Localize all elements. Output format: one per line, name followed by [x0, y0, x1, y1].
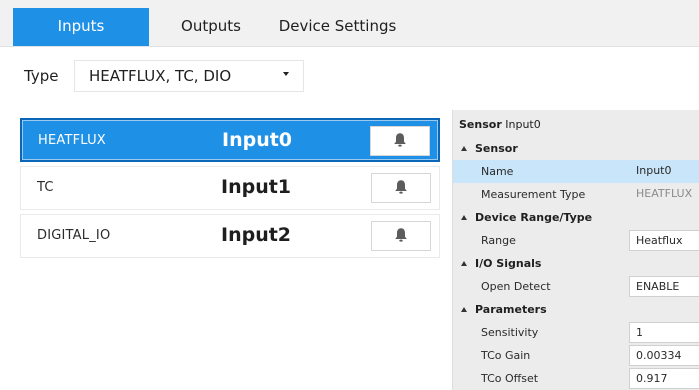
channel-row-input0[interactable]: HEATFLUX Input0: [20, 118, 440, 162]
channel-type: HEATFLUX: [38, 133, 106, 148]
alarm-button[interactable]: [371, 173, 431, 203]
bell-icon: [395, 228, 407, 242]
property-name: TCo Offset: [481, 372, 539, 385]
channel-name: Input2: [221, 224, 292, 246]
property-row-open-detect[interactable]: Open Detect ENABLE: [453, 275, 699, 298]
category-io-signals[interactable]: I/O Signals: [453, 252, 699, 275]
alarm-button[interactable]: [370, 126, 430, 156]
property-name: Sensitivity: [481, 326, 539, 339]
header-value: Input0: [505, 118, 541, 131]
collapse-triangle-icon[interactable]: [461, 261, 467, 266]
chevron-down-icon: [283, 72, 289, 76]
category-parameters[interactable]: Parameters: [453, 298, 699, 321]
channel-row-input1[interactable]: TC Input1: [20, 166, 440, 210]
tab-outputs[interactable]: Outputs: [166, 8, 256, 46]
property-row-tco-offset[interactable]: TCo Offset 0.917: [453, 367, 699, 390]
property-row-sensitivity[interactable]: Sensitivity 1: [453, 321, 699, 344]
property-value[interactable]: Input0: [629, 161, 699, 182]
bell-icon: [395, 180, 407, 194]
property-value[interactable]: 0.917: [629, 368, 699, 389]
property-row-tco-gain[interactable]: TCo Gain 0.00334: [453, 344, 699, 367]
category-label: Parameters: [475, 303, 547, 316]
header-label: Sensor: [459, 118, 502, 131]
property-value[interactable]: 1: [629, 322, 699, 343]
property-name: Measurement Type: [481, 188, 586, 201]
category-sensor[interactable]: Sensor: [453, 137, 699, 160]
property-row-name[interactable]: Name Input0: [453, 160, 699, 183]
channel-type: TC: [37, 180, 54, 195]
tab-bar: Inputs Outputs Device Settings: [0, 0, 699, 47]
property-panel-header: Sensor Input0: [459, 118, 541, 131]
property-value[interactable]: 0.00334: [629, 345, 699, 366]
property-value[interactable]: ENABLE: [629, 276, 699, 297]
category-label: Sensor: [475, 142, 518, 155]
property-value: HEATFLUX: [636, 187, 693, 200]
channel-type: DIGITAL_IO: [37, 228, 111, 243]
bell-icon: [394, 133, 406, 147]
property-row-measurement-type[interactable]: Measurement Type HEATFLUX: [453, 183, 699, 206]
app-window: Inputs Outputs Device Settings Type HEAT…: [0, 0, 699, 390]
property-name: Open Detect: [481, 280, 551, 293]
category-device-range-type[interactable]: Device Range/Type: [453, 206, 699, 229]
channel-name: Input0: [222, 129, 293, 151]
channel-name: Input1: [221, 176, 292, 198]
type-filter-row: Type HEATFLUX, TC, DIO: [0, 47, 699, 107]
property-value[interactable]: Heatflux: [629, 230, 699, 251]
channel-row-input2[interactable]: DIGITAL_IO Input2: [20, 214, 440, 258]
category-label: Device Range/Type: [475, 211, 593, 224]
property-name: Range: [481, 234, 516, 247]
property-name: Name: [481, 165, 514, 178]
collapse-triangle-icon[interactable]: [461, 215, 467, 220]
property-name: TCo Gain: [481, 349, 531, 362]
property-row-range[interactable]: Range Heatflux: [453, 229, 699, 252]
alarm-button[interactable]: [371, 221, 431, 251]
collapse-triangle-icon[interactable]: [461, 146, 467, 151]
type-dropdown-value: HEATFLUX, TC, DIO: [89, 67, 232, 85]
collapse-triangle-icon[interactable]: [461, 307, 467, 312]
property-grid: Sensor Name Input0 Measurement Type HEAT…: [453, 137, 699, 390]
type-label: Type: [24, 67, 59, 85]
channel-list: HEATFLUX Input0 TC Input1 DIGITAL_IO Inp: [20, 118, 440, 390]
property-panel: Sensor Input0 Sensor Name Input0 Measure…: [452, 110, 699, 390]
type-dropdown[interactable]: HEATFLUX, TC, DIO: [74, 60, 304, 92]
tab-inputs[interactable]: Inputs: [13, 8, 149, 46]
category-label: I/O Signals: [475, 257, 542, 270]
tab-device-settings[interactable]: Device Settings: [275, 8, 400, 46]
